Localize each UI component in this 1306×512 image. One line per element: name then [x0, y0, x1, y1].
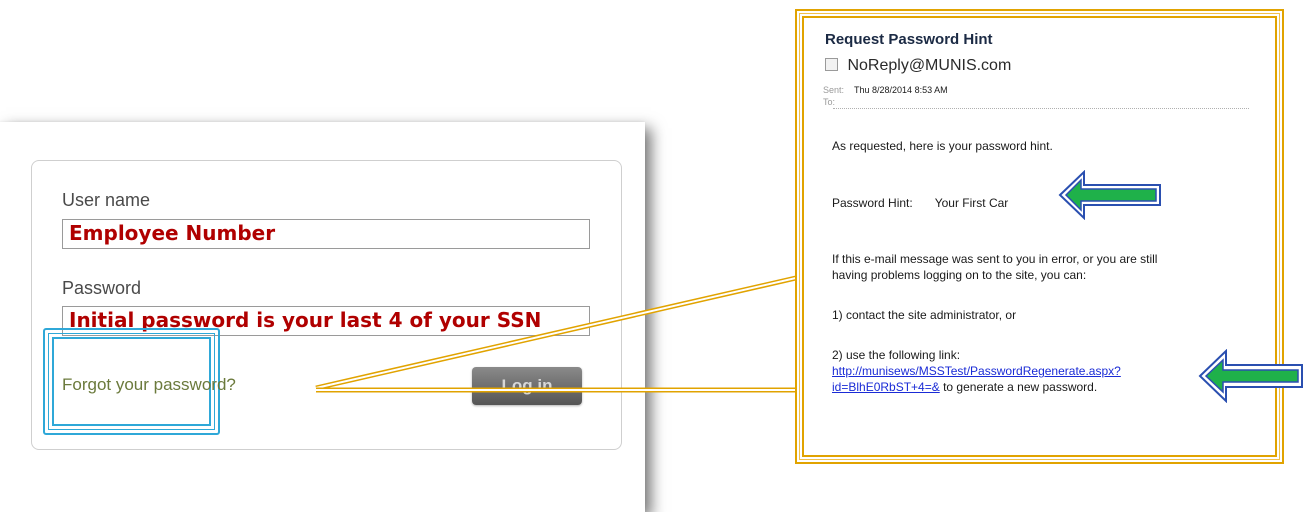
sender-photo-placeholder-icon	[825, 58, 838, 71]
username-field[interactable]: Employee Number	[62, 219, 590, 249]
email-subject: Request Password Hint	[825, 31, 993, 48]
regenerate-link-line-1: http://munisews/MSSTest/PasswordRegenera…	[832, 363, 1121, 379]
login-panel: User name Employee Number Password Initi…	[0, 122, 645, 512]
login-button[interactable]: Log in	[472, 367, 582, 405]
hint-label: Password Hint:	[832, 196, 913, 210]
hint-value: Your First Car	[934, 196, 1009, 210]
option-2: 2) use the following link:	[832, 348, 961, 362]
hint-arrow-icon	[1058, 170, 1161, 220]
username-field-value: Employee Number	[69, 221, 276, 245]
sent-value: Thu 8/28/2014 8:53 AM	[854, 85, 948, 95]
error-line-2: having problems logging on to the site, …	[832, 268, 1087, 282]
email-sender-row: NoReply@MUNIS.com	[825, 57, 1011, 75]
regenerate-link-id[interactable]: id=BlhE0RbST+4=&	[832, 380, 940, 394]
email-sender[interactable]: NoReply@MUNIS.com	[847, 57, 1011, 74]
sent-label: Sent:	[823, 85, 845, 95]
error-line-1: If this e-mail message was sent to you i…	[832, 252, 1158, 266]
option-1: 1) contact the site administrator, or	[832, 308, 1017, 322]
to-label: To:	[823, 97, 836, 107]
email-intro: As requested, here is your password hint…	[832, 139, 1053, 153]
password-label: Password	[62, 278, 142, 298]
email-to-row: To:	[823, 97, 835, 107]
password-hint-row: Password Hint: Your First Car	[832, 195, 1008, 211]
username-label: User name	[62, 190, 151, 210]
email-sent-row: Sent: Thu 8/28/2014 8:53 AM	[823, 85, 948, 95]
regenerate-link[interactable]: http://munisews/MSSTest/PasswordRegenera…	[832, 364, 1121, 378]
login-form: User name Employee Number Password Initi…	[31, 160, 622, 450]
forgot-password-link[interactable]: Forgot your password?	[62, 375, 236, 395]
link-suffix: to generate a new password.	[939, 380, 1098, 394]
link-arrow-icon	[1198, 349, 1303, 403]
regenerate-link-line-2: id=BlhE0RbST+4=& to generate a new passw…	[832, 379, 1097, 395]
header-divider	[833, 108, 1249, 109]
